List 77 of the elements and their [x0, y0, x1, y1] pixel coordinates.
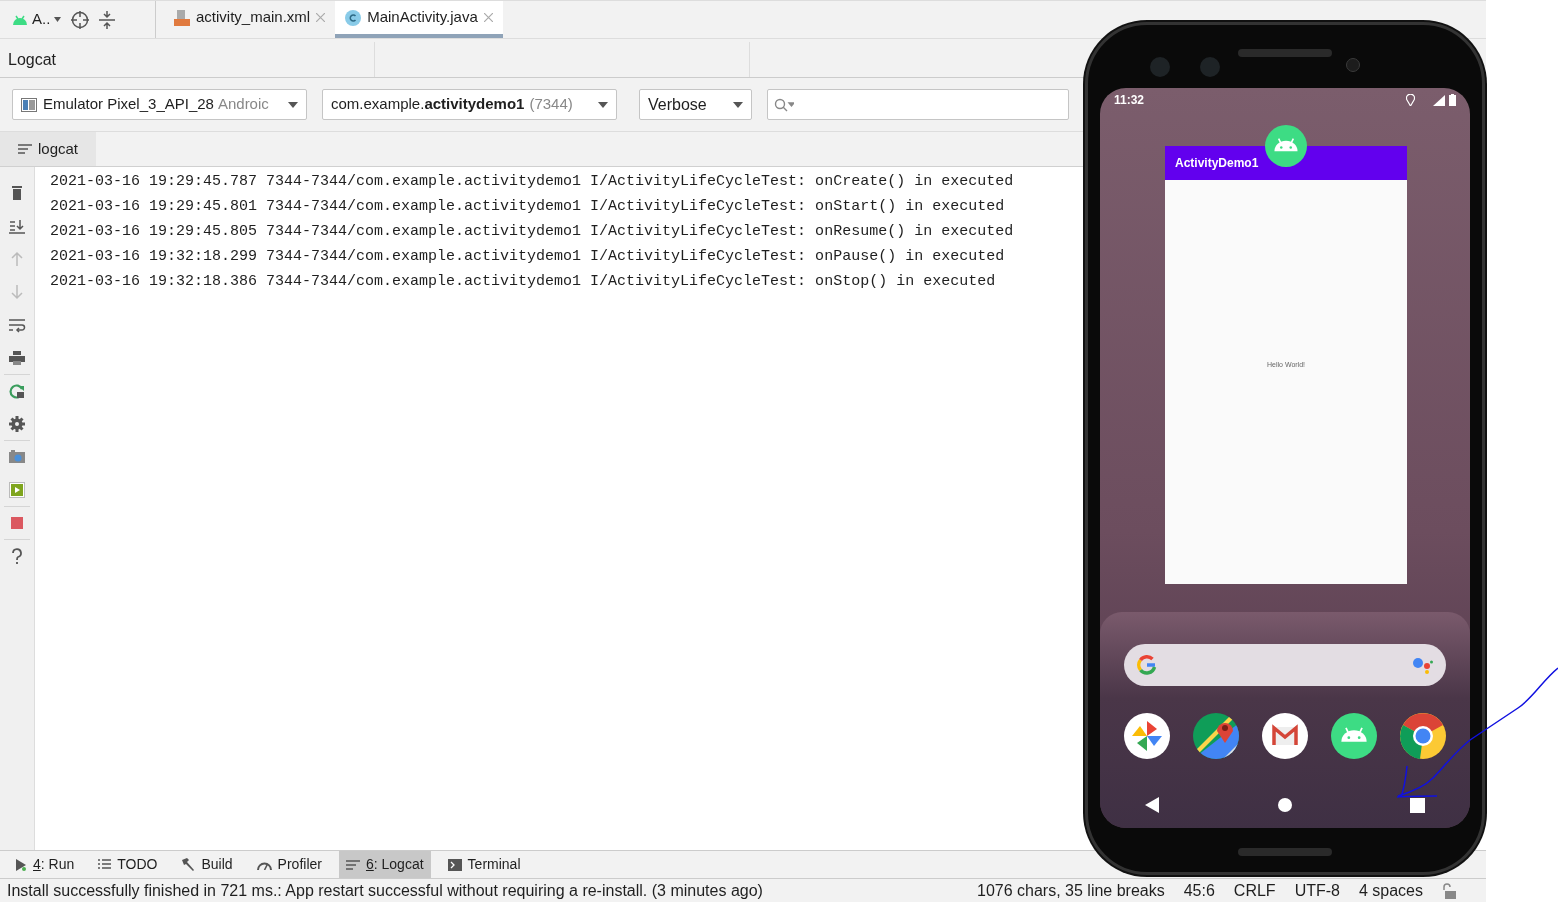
target-icon[interactable]	[71, 10, 90, 29]
process-dropdown[interactable]: com.example.activitydemo1 (7344)	[322, 89, 617, 120]
device-suffix: Androic	[217, 94, 269, 115]
status-item[interactable]: CRLF	[1233, 878, 1276, 902]
logcat-tab[interactable]: logcat	[0, 132, 97, 166]
lines-icon	[345, 859, 360, 870]
status-item[interactable]: UTF-8	[1294, 878, 1340, 902]
tool-window-tab[interactable]: 4: Run	[8, 851, 82, 878]
map-app-icon[interactable]	[1193, 713, 1239, 759]
pinwheel-app-icon[interactable]	[1124, 713, 1170, 759]
panel-title: Logcat	[8, 49, 57, 70]
search-field[interactable]	[767, 89, 1069, 120]
process-id: (7344)	[529, 94, 574, 115]
caret-icon	[733, 101, 743, 108]
caret-icon	[598, 101, 608, 108]
home-icon[interactable]	[1277, 798, 1292, 812]
g-logo-icon	[1136, 654, 1158, 676]
assistant-icon	[1412, 656, 1434, 674]
tool-window-tab[interactable]: Build	[174, 851, 240, 878]
trash-icon[interactable]	[9, 185, 25, 201]
stop-icon[interactable]	[9, 515, 25, 531]
play-icon	[15, 858, 27, 871]
battery-icon	[1449, 94, 1456, 106]
log-line: 2021-03-16 19:29:45.805 7344-7344/com.example.activitydemo1 I/ActivityLifeCycleTest: onResume() in executed	[50, 222, 1015, 242]
camera-icon[interactable]	[9, 449, 25, 465]
log-line: 2021-03-16 19:32:18.386 7344-7344/com.example.activitydemo1 I/ActivityLifeCycleTest: onStop() in executed	[50, 272, 997, 292]
log-line: 2021-03-16 19:29:45.787 7344-7344/com.example.activitydemo1 I/ActivityLifeCycleTest: onCreate() in executed	[50, 172, 1015, 192]
process-name: com.example.activitydemo1	[331, 94, 525, 115]
status-message: Install successfully finished in 721 ms.: App restart successful without requiring a re-install. (3 minutes ago)	[7, 880, 763, 901]
editor-tab[interactable]: MainActivity.java	[335, 1, 503, 38]
wrap-icon[interactable]	[9, 317, 25, 333]
android-icon	[12, 14, 28, 25]
signal-icon	[1433, 94, 1445, 106]
status-item[interactable]: 1076 chars, 35 line breaks	[977, 878, 1165, 902]
log-level-dropdown[interactable]: Verbose	[639, 89, 752, 120]
settings-icon[interactable]	[9, 416, 25, 432]
status-item[interactable]: 4 spaces	[1358, 878, 1423, 902]
search-icon	[774, 97, 794, 112]
status-item[interactable]: 45:6	[1183, 878, 1215, 902]
device-name: Emulator Pixel_3_API_28	[43, 94, 214, 115]
location-icon	[1406, 94, 1415, 106]
app-title: ActivityDemo1	[1175, 155, 1259, 172]
log-line: 2021-03-16 19:32:18.299 7344-7344/com.example.activitydemo1 I/ActivityLifeCycleTest: onPause() in executed	[50, 247, 1006, 267]
screen-record-icon[interactable]	[9, 482, 25, 498]
device-icon	[21, 97, 37, 112]
printer-icon[interactable]	[9, 350, 25, 366]
restart-icon[interactable]	[9, 383, 25, 399]
caret-icon	[54, 17, 62, 22]
overview-icon[interactable]	[1410, 797, 1425, 813]
help-icon[interactable]	[9, 548, 25, 564]
terminal-icon	[447, 858, 462, 871]
clock-time: 11:32	[1114, 92, 1145, 109]
tool-window-tab[interactable]: 6: Logcat	[338, 851, 431, 878]
caret-icon	[288, 101, 298, 108]
lock-icon[interactable]	[1442, 882, 1456, 899]
tool-window-tab[interactable]: Profiler	[249, 851, 329, 878]
list-icon	[98, 859, 112, 870]
camera-lens	[1200, 57, 1220, 77]
class-icon	[345, 9, 362, 26]
log-line: 2021-03-16 19:29:45.801 7344-7344/com.example.activitydemo1 I/ActivityLifeCycleTest: onStart() in executed	[50, 197, 1006, 217]
search-bar[interactable]	[1124, 644, 1446, 686]
android-icon	[1331, 713, 1377, 759]
mail-app-icon[interactable]	[1262, 713, 1308, 759]
browser-app-icon[interactable]	[1400, 713, 1446, 759]
android-icon	[1265, 125, 1307, 167]
tool-window-tab[interactable]: TODO	[91, 851, 165, 878]
back-icon[interactable]	[1145, 797, 1159, 813]
layout-file-icon	[174, 9, 190, 26]
run-config-dropdown[interactable]: A..	[12, 8, 62, 31]
lines-icon	[18, 144, 32, 154]
scroll-to-end-icon[interactable]	[9, 218, 25, 234]
camera-lens	[1150, 57, 1170, 77]
device-dropdown[interactable]: Emulator Pixel_3_API_28 Androic	[12, 89, 307, 120]
hammer-icon	[181, 858, 196, 871]
collapse-icon[interactable]	[99, 10, 116, 29]
editor-tab[interactable]: activity_main.xml	[164, 1, 336, 38]
tool-window-tab[interactable]: Terminal	[440, 851, 528, 878]
